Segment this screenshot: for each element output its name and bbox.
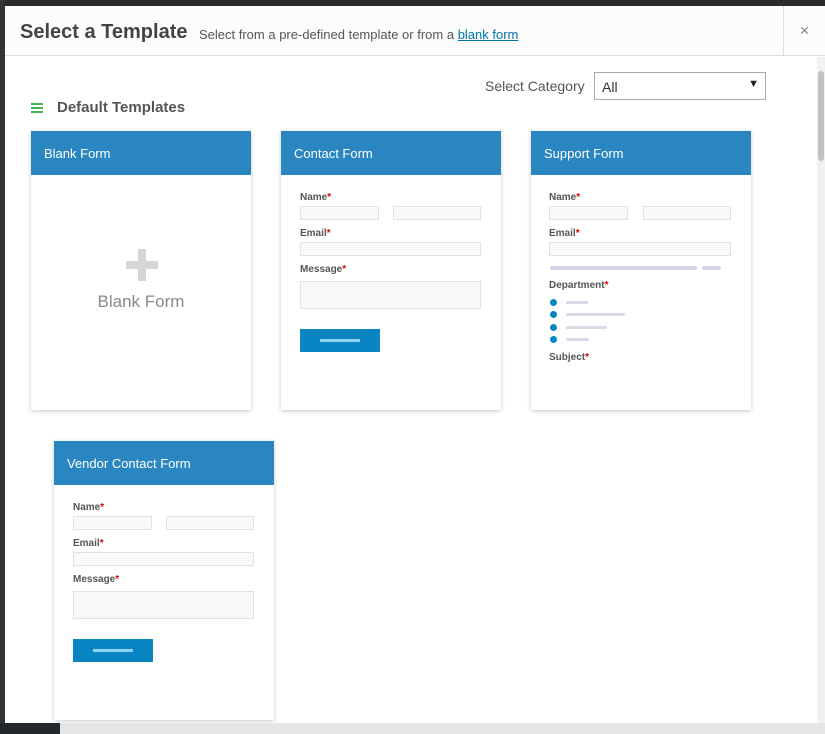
preview-field <box>393 206 481 220</box>
preview-field <box>549 206 628 220</box>
preview-field <box>166 516 254 530</box>
preview-field <box>549 242 731 256</box>
category-select[interactable]: All ▼ <box>594 72 766 100</box>
plus-icon <box>126 249 158 281</box>
preview-label-message: Message* <box>73 574 120 585</box>
preview-radio-label <box>566 313 625 316</box>
preview-field <box>643 206 731 220</box>
blank-form-link[interactable]: blank form <box>458 27 519 42</box>
close-button[interactable]: × <box>783 6 825 56</box>
preview-label-name: Name* <box>73 502 105 513</box>
preview-radio <box>550 336 557 343</box>
card-header: Contact Form <box>281 131 501 175</box>
card-preview: Name* Email* Department* Subject* <box>531 175 751 410</box>
preview-label-department: Department* <box>549 280 609 291</box>
card-header: Vendor Contact Form <box>54 441 274 485</box>
card-header: Blank Form <box>31 131 251 175</box>
modal-subtitle-text: Select from a pre-defined template or fr… <box>199 27 455 42</box>
preview-label-email: Email* <box>73 538 104 549</box>
preview-label-email: Email* <box>549 228 580 239</box>
card-preview: Name* Email* Message* <box>54 485 274 720</box>
preview-submit-button <box>300 329 380 352</box>
preview-textarea <box>300 281 481 309</box>
blank-form-label: Blank Form <box>97 292 185 311</box>
scrollbar[interactable] <box>817 57 825 723</box>
preview-bar <box>550 266 697 270</box>
preview-label-email: Email* <box>300 228 331 239</box>
card-header: Support Form <box>531 131 751 175</box>
card-preview: Name* Email* Message* <box>281 175 501 410</box>
dropdown-arrow-icon: ▼ <box>748 78 759 90</box>
preview-radio <box>550 324 557 331</box>
category-label: Select Category <box>485 78 585 94</box>
preview-label-subject: Subject* <box>549 352 590 363</box>
backdrop-bottom <box>0 723 825 734</box>
section-title: Default Templates <box>31 99 185 116</box>
preview-radio-label <box>566 338 589 341</box>
template-modal: Select a Template Select from a pre-defi… <box>5 6 825 723</box>
preview-bar <box>702 266 721 270</box>
preview-submit-button <box>73 639 153 662</box>
preview-radio-label <box>566 301 588 304</box>
preview-field <box>300 242 481 256</box>
section-title-text: Default Templates <box>57 99 186 116</box>
template-card-vendor-contact-form[interactable]: Vendor Contact Form Name* Email* Message… <box>54 441 274 720</box>
preview-field <box>73 516 152 530</box>
preview-label-name: Name* <box>300 192 332 203</box>
preview-label-message: Message* <box>300 264 347 275</box>
preview-radio <box>550 299 557 306</box>
modal-subtitle: Select from a pre-defined template or fr… <box>199 27 518 42</box>
hamburger-icon <box>31 102 43 113</box>
modal-header: Select a Template Select from a pre-defi… <box>5 6 825 56</box>
preview-radio-label <box>566 326 607 329</box>
category-selected-value: All <box>602 79 618 95</box>
preview-textarea <box>73 591 254 619</box>
template-card-blank-form[interactable]: Blank Form Blank Form <box>31 131 251 410</box>
modal-title: Select a Template <box>20 21 188 43</box>
card-preview: Blank Form <box>31 175 251 410</box>
preview-field <box>300 206 379 220</box>
preview-field <box>73 552 254 566</box>
preview-label-name: Name* <box>549 192 581 203</box>
scrollbar-thumb[interactable] <box>818 71 824 161</box>
template-card-support-form[interactable]: Support Form Name* Email* Department* Su… <box>531 131 751 410</box>
close-icon: × <box>799 21 810 40</box>
preview-radio <box>550 311 557 318</box>
template-card-contact-form[interactable]: Contact Form Name* Email* Message* <box>281 131 501 410</box>
